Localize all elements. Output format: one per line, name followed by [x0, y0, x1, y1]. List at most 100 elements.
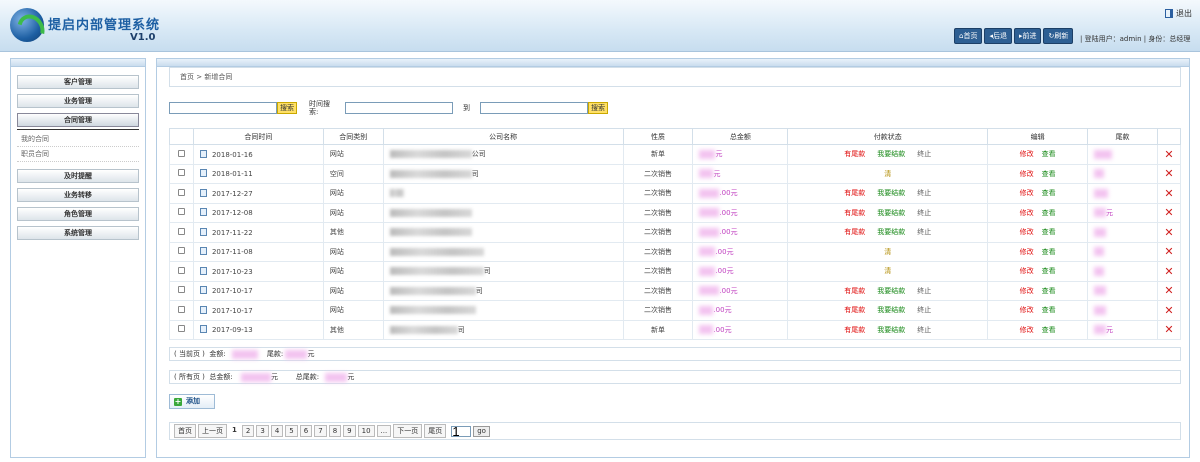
first-page-button[interactable]: 首页 [174, 424, 196, 438]
page-link[interactable]: 5 [285, 425, 298, 437]
has-tail-link[interactable]: 有尾款 [844, 209, 865, 217]
settle-link[interactable]: 我要结款 [877, 150, 905, 158]
last-page-button[interactable]: 尾页 [424, 424, 447, 438]
keyword-input[interactable] [169, 102, 277, 114]
view-link[interactable]: 查看 [1042, 287, 1056, 295]
view-link[interactable]: 查看 [1042, 248, 1056, 256]
page-link[interactable]: 7 [314, 425, 327, 437]
page-link[interactable]: 3 [256, 425, 269, 437]
edit-link[interactable]: 修改 [1020, 150, 1034, 158]
view-link[interactable]: 查看 [1042, 209, 1056, 217]
edit-link[interactable]: 修改 [1020, 228, 1034, 236]
terminate-link[interactable]: 终止 [917, 287, 931, 295]
keyword-search-button[interactable]: 搜索 [277, 102, 297, 114]
delete-icon[interactable]: ✕ [1164, 304, 1173, 317]
page-link[interactable]: 1 [229, 425, 240, 437]
end-date-input[interactable] [480, 102, 588, 114]
delete-icon[interactable]: ✕ [1164, 148, 1173, 161]
sidebar-item-roles[interactable]: 角色管理 [17, 207, 139, 221]
page-link[interactable]: 6 [299, 425, 313, 437]
page-link[interactable]: 4 [270, 425, 284, 437]
view-link[interactable]: 查看 [1042, 306, 1056, 314]
forward-button[interactable]: ▸前进 [1013, 28, 1042, 44]
page-number-input[interactable] [451, 425, 472, 437]
row-checkbox[interactable] [177, 208, 185, 216]
edit-link[interactable]: 修改 [1020, 189, 1034, 197]
start-date-input[interactable] [345, 102, 453, 114]
add-contract-button[interactable]: + 添加 [169, 394, 215, 409]
logout-link[interactable]: 退出 [1165, 8, 1192, 19]
sidebar-item-business[interactable]: 业务管理 [17, 94, 139, 108]
view-link[interactable]: 查看 [1042, 228, 1056, 236]
row-checkbox[interactable] [177, 247, 185, 255]
delete-icon[interactable]: ✕ [1164, 167, 1173, 180]
terminate-link[interactable]: 终止 [917, 326, 931, 334]
view-link[interactable]: 查看 [1042, 170, 1056, 178]
page-link[interactable]: 10 [357, 425, 375, 437]
edit-link[interactable]: 修改 [1020, 326, 1034, 334]
view-link[interactable]: 查看 [1042, 267, 1056, 275]
settle-link[interactable]: 我要结款 [877, 228, 905, 236]
view-link[interactable]: 查看 [1042, 189, 1056, 197]
has-tail-link[interactable]: 有尾款 [844, 287, 865, 295]
row-checkbox[interactable] [177, 325, 185, 333]
settle-link[interactable]: 我要结款 [877, 209, 905, 217]
edit-link[interactable]: 修改 [1020, 170, 1034, 178]
terminate-link[interactable]: 终止 [917, 189, 931, 197]
edit-link[interactable]: 修改 [1020, 306, 1034, 314]
terminate-link[interactable]: 终止 [917, 228, 931, 236]
row-checkbox[interactable] [177, 149, 185, 157]
row-checkbox[interactable] [177, 305, 185, 313]
row-amount: 元 [692, 163, 789, 184]
row-checkbox[interactable] [177, 169, 185, 177]
delete-icon[interactable]: ✕ [1164, 323, 1173, 336]
submenu-my-contracts[interactable]: 我的合同 [17, 132, 139, 147]
sidebar-item-customers[interactable]: 客户管理 [17, 75, 139, 89]
has-tail-link[interactable]: 有尾款 [844, 189, 865, 197]
page-link[interactable]: ... [376, 425, 392, 437]
settle-link[interactable]: 我要结款 [877, 306, 905, 314]
has-tail-link[interactable]: 有尾款 [844, 306, 865, 314]
delete-icon[interactable]: ✕ [1164, 284, 1173, 297]
submenu-staff-contracts[interactable]: 职员合同 [17, 147, 139, 162]
page-link[interactable]: 8 [328, 425, 342, 437]
has-tail-link[interactable]: 有尾款 [844, 326, 865, 334]
delete-icon[interactable]: ✕ [1164, 226, 1173, 239]
prev-page-button[interactable]: 上一页 [198, 424, 227, 438]
edit-link[interactable]: 修改 [1020, 267, 1034, 275]
terminate-link[interactable]: 终止 [917, 209, 931, 217]
has-tail-link[interactable]: 有尾款 [844, 228, 865, 236]
edit-link[interactable]: 修改 [1020, 287, 1034, 295]
view-link[interactable]: 查看 [1042, 150, 1056, 158]
go-button[interactable]: go [473, 425, 490, 437]
home-button[interactable]: ⌂首页 [954, 28, 983, 44]
terminate-link[interactable]: 终止 [917, 150, 931, 158]
time-search-button[interactable]: 搜索 [588, 102, 608, 114]
row-checkbox[interactable] [177, 266, 185, 274]
delete-icon[interactable]: ✕ [1164, 187, 1173, 200]
back-button[interactable]: ◂后退 [984, 28, 1012, 44]
sidebar-item-system[interactable]: 系统管理 [17, 226, 139, 240]
sidebar-item-transfer[interactable]: 业务转移 [17, 188, 139, 202]
breadcrumb-home[interactable]: 首页 [180, 73, 194, 81]
next-page-button[interactable]: 下一页 [393, 424, 423, 438]
page-link[interactable]: 2 [241, 425, 255, 437]
terminate-link[interactable]: 终止 [917, 306, 931, 314]
sidebar-item-reminders[interactable]: 及时提醒 [17, 169, 139, 183]
settle-link[interactable]: 我要结款 [877, 189, 905, 197]
edit-link[interactable]: 修改 [1020, 248, 1034, 256]
has-tail-link[interactable]: 有尾款 [844, 150, 865, 158]
edit-link[interactable]: 修改 [1020, 209, 1034, 217]
page-link[interactable]: 9 [343, 425, 356, 437]
row-checkbox[interactable] [177, 286, 185, 294]
settle-link[interactable]: 我要结款 [877, 326, 905, 334]
delete-icon[interactable]: ✕ [1164, 245, 1173, 258]
row-checkbox[interactable] [177, 227, 185, 235]
view-link[interactable]: 查看 [1042, 326, 1056, 334]
row-checkbox[interactable] [177, 188, 185, 196]
refresh-button[interactable]: ↻刷新 [1043, 28, 1074, 44]
delete-icon[interactable]: ✕ [1164, 206, 1173, 219]
sidebar-item-contracts[interactable]: 合同管理 [17, 113, 139, 127]
delete-icon[interactable]: ✕ [1164, 265, 1173, 278]
settle-link[interactable]: 我要结款 [877, 287, 905, 295]
